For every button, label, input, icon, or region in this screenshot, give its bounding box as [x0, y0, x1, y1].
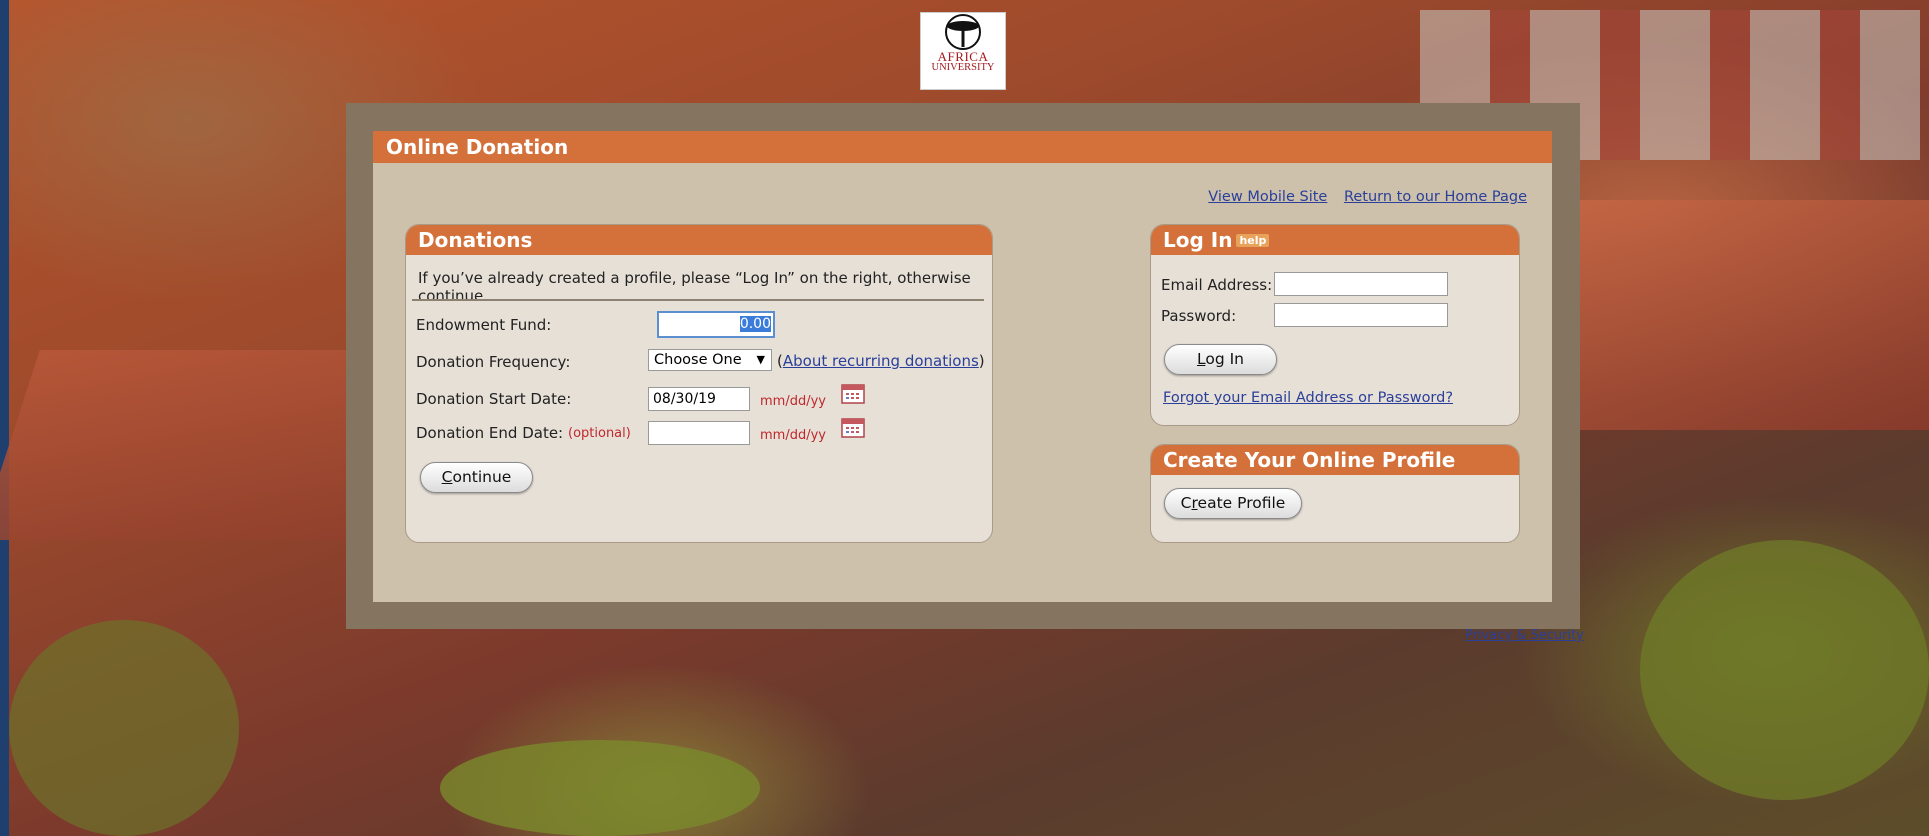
donation-end-date-input[interactable]: [648, 421, 750, 445]
logo-text-line2: UNIVERSITY: [931, 62, 995, 73]
create-label-rest: eate Profile: [1197, 494, 1286, 512]
login-box: Log In help Email Address: Password: Log …: [1150, 224, 1520, 426]
donation-frequency-label: Donation Frequency:: [416, 353, 571, 371]
background-tree: [9, 620, 239, 836]
email-address-label: Email Address:: [1161, 276, 1273, 294]
donation-end-date-label: Donation End Date:: [416, 424, 564, 442]
privacy-security-link[interactable]: Privacy & Security: [1465, 628, 1584, 643]
donation-start-date-input[interactable]: [648, 387, 750, 411]
continue-accesskey: C: [441, 468, 453, 486]
login-button-label: og In: [1205, 350, 1245, 368]
password-field[interactable]: [1274, 303, 1448, 327]
background-tree: [440, 740, 760, 836]
donation-start-date-label: Donation Start Date:: [416, 390, 572, 408]
endowment-fund-input[interactable]: 0.00: [657, 311, 775, 338]
start-date-format-hint: mm/dd/yy: [760, 394, 826, 409]
create-profile-button[interactable]: Create Profile: [1164, 488, 1302, 519]
forgot-credentials-link[interactable]: Forgot your Email Address or Password?: [1163, 390, 1453, 406]
create-profile-box: Create Your Online Profile Create Profil…: [1150, 444, 1520, 543]
background-roof-right: [1580, 200, 1929, 430]
dropdown-arrow-icon: ▼: [756, 353, 765, 366]
password-label: Password:: [1161, 307, 1237, 325]
frequency-selected-value: Choose One: [654, 352, 742, 368]
login-header: Log In help: [1151, 225, 1519, 255]
email-field[interactable]: [1274, 272, 1448, 296]
endowment-fund-value: 0.00: [739, 316, 771, 332]
top-links: View Mobile Site Return to our Home Page: [1196, 189, 1527, 205]
online-donation-panel: Online Donation View Mobile Site Return …: [373, 131, 1552, 602]
africa-university-logo[interactable]: AFRICA UNIVERSITY: [920, 12, 1006, 90]
continue-label: ontinue: [452, 468, 512, 486]
paren-close: ): [978, 352, 985, 370]
donations-box: Donations If you’ve already created a pr…: [405, 224, 993, 543]
return-home-link[interactable]: Return to our Home Page: [1344, 189, 1527, 205]
donation-frequency-select[interactable]: Choose One ▼: [648, 349, 772, 371]
donations-title: Donations: [406, 225, 992, 255]
panel-title: Online Donation: [373, 131, 1552, 163]
end-date-calendar-icon[interactable]: [841, 418, 865, 438]
endowment-fund-label: Endowment Fund:: [416, 316, 552, 334]
create-label-start: C: [1180, 494, 1192, 512]
continue-button[interactable]: Continue: [420, 462, 533, 493]
divider: [412, 299, 984, 301]
help-badge[interactable]: help: [1236, 234, 1270, 247]
end-date-optional: (optional): [568, 426, 631, 441]
login-button[interactable]: Log In: [1164, 344, 1277, 375]
acacia-tree-icon: [945, 14, 981, 50]
login-title: Log In: [1163, 228, 1233, 252]
end-date-format-hint: mm/dd/yy: [760, 428, 826, 443]
recurring-info: (About recurring donations): [777, 352, 985, 370]
view-mobile-site-link[interactable]: View Mobile Site: [1208, 189, 1327, 205]
about-recurring-donations-link[interactable]: About recurring donations: [783, 352, 979, 370]
background-tree: [1640, 540, 1929, 800]
create-profile-title: Create Your Online Profile: [1151, 445, 1519, 475]
start-date-calendar-icon[interactable]: [841, 384, 865, 404]
